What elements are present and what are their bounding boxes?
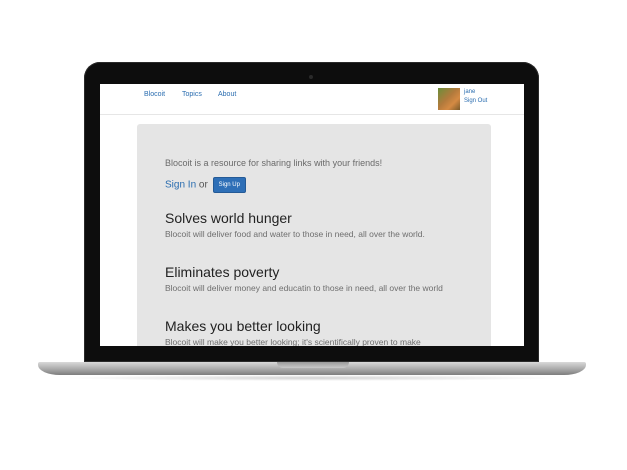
feature-item: Eliminates poverty Blocoit will deliver … [165, 264, 475, 293]
auth-row: Sign In or Sign Up [165, 177, 246, 193]
feature-title: Solves world hunger [165, 210, 292, 226]
base-shadow [62, 375, 562, 381]
sign-in-link[interactable]: Sign In [165, 180, 196, 191]
feature-text: Blocoit will make you better looking; it… [165, 337, 421, 346]
nav-link-topics[interactable]: Topics [182, 91, 202, 98]
feature-title: Eliminates poverty [165, 264, 280, 280]
feature-text: Blocoit will deliver money and educatin … [165, 283, 443, 293]
camera-dot [309, 75, 313, 79]
feature-text: Blocoit will deliver food and water to t… [165, 229, 425, 239]
feature-item: Solves world hunger Blocoit will deliver… [165, 210, 475, 239]
feature-title: Makes you better looking [165, 318, 321, 334]
top-nav: Blocoit Topics About jane Sign Out [100, 84, 524, 115]
laptop-screen: Blocoit Topics About jane Sign Out Bloco… [100, 84, 524, 346]
sign-up-button[interactable]: Sign Up [212, 177, 246, 193]
user-name[interactable]: jane [464, 89, 475, 95]
nav-link-home[interactable]: Blocoit [144, 91, 165, 98]
feature-item: Makes you better looking Blocoit will ma… [165, 318, 475, 346]
or-text: or [198, 179, 208, 191]
sign-out-link[interactable]: Sign Out [464, 98, 487, 104]
avatar[interactable] [438, 88, 460, 110]
hero-panel: Blocoit is a resource for sharing links … [137, 124, 491, 346]
tagline: Blocoit is a resource for sharing links … [165, 158, 383, 168]
nav-link-about[interactable]: About [218, 91, 236, 98]
laptop-notch [277, 362, 349, 368]
